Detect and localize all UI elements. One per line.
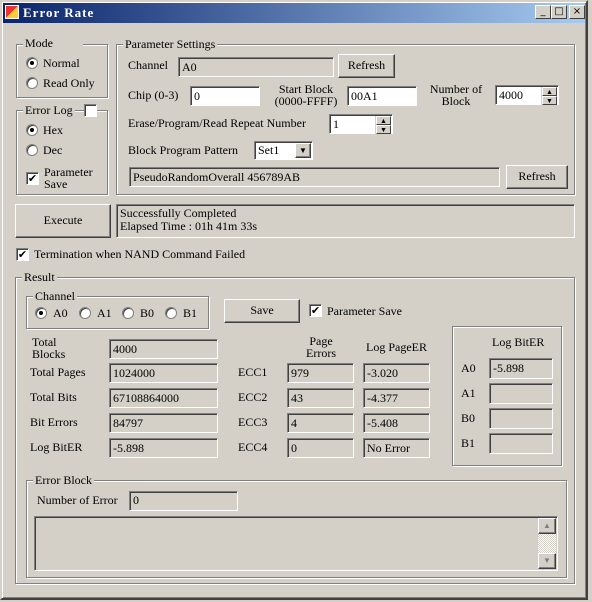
termination-checkbox[interactable]: ✔ <box>16 248 29 261</box>
ecc2-errors-field: 43 <box>287 388 354 408</box>
total-bits-field: 67108864000 <box>109 388 218 408</box>
ecc2-log-field: -4.377 <box>363 388 430 408</box>
error-block-legend: Error Block <box>33 473 94 487</box>
page-errors-header: Page Errors <box>306 334 336 360</box>
channel-a1-radio[interactable] <box>79 307 91 319</box>
ecc4-errors-field: 0 <box>287 438 354 458</box>
hex-radio[interactable] <box>26 124 38 136</box>
bit-errors-field: 84797 <box>109 413 218 433</box>
result-save-button[interactable]: Save <box>224 299 300 323</box>
log-pageer-header: Log PageER <box>366 340 427 354</box>
ecc2-label: ECC2 <box>238 390 268 404</box>
total-pages-field: 1024000 <box>109 363 218 383</box>
execute-button[interactable]: Execute <box>15 204 111 238</box>
b0-log-field <box>489 408 553 429</box>
error-block-list[interactable] <box>34 516 558 571</box>
number-of-block-label: Number of Block <box>429 82 483 108</box>
ecc4-label: ECC4 <box>238 440 268 454</box>
hex-label: Hex <box>43 123 63 137</box>
total-blocks-field: 4000 <box>109 339 218 359</box>
total-bits-label: Total Bits <box>30 390 77 404</box>
scroll-down-icon[interactable]: ▼ <box>538 553 556 569</box>
maximize-button[interactable]: □ <box>551 5 567 19</box>
mode-normal-label: Normal <box>43 56 80 70</box>
channel-b1-radio[interactable] <box>165 307 177 319</box>
mode-readonly-label: Read Only <box>43 76 95 90</box>
mode-readonly-radio[interactable] <box>26 77 38 89</box>
chevron-down-icon[interactable]: ▼ <box>295 143 311 158</box>
minimize-button[interactable]: _ <box>535 5 551 19</box>
ecc3-label: ECC3 <box>238 415 268 429</box>
chip-label: Chip (0-3) <box>128 88 179 102</box>
ecc1-errors-field: 979 <box>287 363 354 383</box>
status-box: Successfully Completed Elapsed Time : 01… <box>116 204 575 238</box>
scroll-up-icon[interactable]: ▲ <box>538 518 556 534</box>
a0-log-label: A0 <box>461 361 476 375</box>
app-icon <box>5 5 19 19</box>
a1-log-label: A1 <box>461 386 476 400</box>
b1-log-label: B1 <box>461 436 476 450</box>
ecc1-label: ECC1 <box>238 365 268 379</box>
a1-log-field <box>489 383 553 404</box>
number-of-error-field: 0 <box>129 491 238 511</box>
log-biter-label: Log BitER <box>30 440 83 454</box>
start-block-label: Start Block (0000-FFFF) <box>274 82 338 108</box>
log-biter-field: -5.898 <box>109 438 218 458</box>
total-pages-label: Total Pages <box>30 365 86 379</box>
channel-b0-label: B0 <box>140 306 155 320</box>
bit-errors-label: Bit Errors <box>30 415 78 429</box>
repeat-spinner[interactable]: ▲ ▼ <box>375 116 391 134</box>
total-blocks-label: Total Blocks <box>32 335 66 361</box>
termination-label: Termination when NAND Command Failed <box>34 247 246 261</box>
error-log-param-save-label: Parameter Save <box>44 165 93 191</box>
number-of-error-label: Number of Error <box>37 493 118 507</box>
channel-a1-label: A1 <box>97 306 112 320</box>
repeat-label: Erase/Program/Read Repeat Number <box>128 116 306 130</box>
channel-b1-label: B1 <box>183 306 198 320</box>
dec-label: Dec <box>43 143 63 157</box>
channel-label: Channel <box>128 58 168 72</box>
result-channel-legend: Channel <box>33 289 77 303</box>
result-legend: Result <box>22 270 57 284</box>
parameter-settings-legend: Parameter Settings <box>123 37 218 51</box>
status-line-2: Elapsed Time : 01h 41m 33s <box>120 219 258 233</box>
error-log-legend: Error Log <box>23 103 75 117</box>
mode-normal-radio[interactable] <box>26 57 38 69</box>
result-param-save-label: Parameter Save <box>327 304 402 318</box>
b0-log-label: B0 <box>461 411 476 425</box>
start-block-input[interactable]: 00A1 <box>347 86 417 106</box>
channel-b0-radio[interactable] <box>122 307 134 319</box>
ecc4-log-field: No Error <box>363 438 430 458</box>
log-biter-header: Log BitER <box>492 335 545 349</box>
dec-radio[interactable] <box>26 144 38 156</box>
channel-field: A0 <box>178 57 334 77</box>
error-log-checkbox[interactable] <box>84 104 97 117</box>
pattern-description-field: PseudoRandomOverall 456789AB <box>129 167 500 187</box>
chip-input[interactable]: 0 <box>190 86 260 106</box>
window-title: Error Rate <box>23 5 95 20</box>
ecc3-errors-field: 4 <box>287 413 354 433</box>
result-param-save-checkbox[interactable]: ✔ <box>309 304 322 317</box>
mode-legend: Mode Settings <box>23 37 83 49</box>
ecc1-log-field: -3.020 <box>363 363 430 383</box>
title-bar: Error Rate <box>3 3 585 23</box>
channel-a0-radio[interactable] <box>35 307 47 319</box>
close-button[interactable]: × <box>569 5 585 19</box>
channel-refresh-button[interactable]: Refresh <box>338 54 395 78</box>
b1-log-field <box>489 433 553 454</box>
pattern-refresh-button[interactable]: Refresh <box>506 165 568 189</box>
a0-log-field: -5.898 <box>489 358 553 379</box>
channel-a0-label: A0 <box>53 306 68 320</box>
ecc3-log-field: -5.408 <box>363 413 430 433</box>
number-of-block-spinner[interactable]: ▲ ▼ <box>541 87 557 105</box>
error-log-param-save-checkbox[interactable]: ✔ <box>26 172 39 185</box>
pattern-label: Block Program Pattern <box>128 143 238 157</box>
